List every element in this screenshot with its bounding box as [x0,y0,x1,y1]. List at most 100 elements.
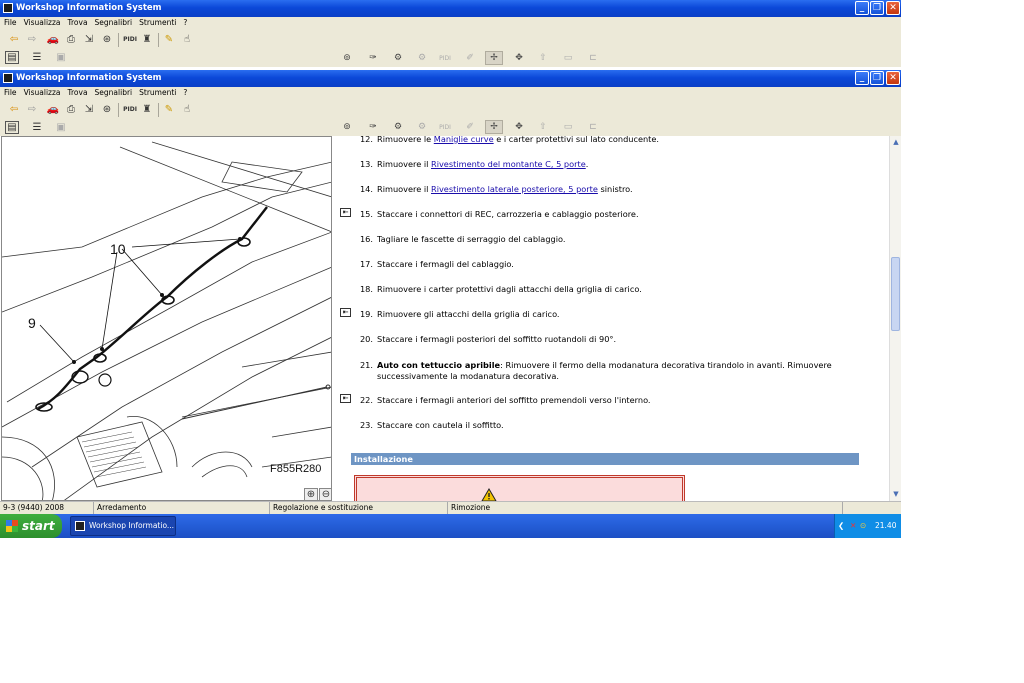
close-button[interactable]: ✕ [886,71,900,85]
zoom-in-icon[interactable]: ⊕ [304,488,318,500]
monitor-tab-icon[interactable]: ▭ [559,120,577,134]
move-tab-icon[interactable]: ✥ [510,120,528,134]
security-icon[interactable]: ⊙ [860,514,866,538]
separator [118,103,119,117]
trophy-icon[interactable]: ♜ [140,103,154,116]
upload-tab-icon[interactable]: ⇧ [534,51,552,65]
window-title: Workshop Information System [16,73,162,83]
gears-tab-icon[interactable]: ⚙ [389,120,407,134]
pen-tab-icon[interactable]: ✐ [461,120,479,134]
step-16: 16. Tagliare le fascette di serraggio del… [359,234,566,244]
connector-icon[interactable]: ⇤ [340,308,351,317]
document-icon[interactable]: ▤ [5,51,19,64]
step-13: 13. Rimuovere il Rivestimento del montant… [359,159,589,169]
menu-tools[interactable]: Strumenti [139,88,176,97]
ticket-tab-icon[interactable]: ⊏ [584,120,602,134]
window-title: Workshop Information System [16,3,162,13]
separator [158,33,159,47]
menu-bar: File Visualizza Trova Segnalibri Strumenti? [0,17,901,29]
move-tab-icon[interactable]: ✥ [510,51,528,65]
binoculars-icon[interactable]: ⊛ [100,103,114,116]
tray-expand-icon[interactable]: ❮ [838,514,844,538]
maximize-button[interactable]: ❐ [870,1,884,15]
scroll-thumb[interactable] [891,257,900,331]
menu-view[interactable]: Visualizza [24,88,61,97]
minimize-button[interactable]: _ [855,71,869,85]
connector-icon[interactable]: ⇤ [340,208,351,217]
step-12: 12. Rimuovere le Maniglie curve e i carte… [359,136,660,144]
wrench-tab-icon[interactable]: ✑ [364,120,382,134]
print-icon[interactable]: ⎙ [64,103,78,116]
menu-help[interactable]: ? [183,88,187,97]
trophy-icon[interactable]: ♜ [140,33,154,46]
wrench-tab-icon[interactable]: ✑ [364,51,382,65]
scroll-down-icon[interactable]: ▼ [891,489,901,499]
pointer-icon[interactable]: ☝ [180,103,194,116]
menu-file[interactable]: File [4,88,17,97]
engine-tab-icon[interactable]: ⚙ [413,51,431,65]
monitor-tab-icon[interactable]: ▭ [559,51,577,65]
forward-icon[interactable]: ⇨ [25,33,39,46]
binoculars-icon[interactable]: ⊛ [100,33,114,46]
link-rivestimento-laterale[interactable]: Rivestimento laterale posteriore, 5 port… [431,184,598,194]
taskbar-item-wis[interactable]: Workshop Informatio... [70,516,176,536]
warning-box [354,475,685,501]
upload-tab-icon[interactable]: ⇧ [534,120,552,134]
status-bar: 9-3 (9440) 2008 Arredamento Regolazione … [0,501,901,514]
vertical-scrollbar[interactable]: ▲ ▼ [889,136,901,501]
list-icon[interactable]: ☰ [30,121,44,134]
back-icon[interactable]: ⇦ [7,103,21,116]
pidi-tab-icon[interactable]: PIDI [436,120,454,134]
minimize-button[interactable]: _ [855,1,869,15]
document-icon[interactable]: ▤ [5,121,19,134]
print-icon[interactable]: ⎙ [64,33,78,46]
status-action: Rimozione [448,502,843,514]
list-icon[interactable]: ☰ [30,51,44,64]
callout-9: 9 [28,315,36,331]
vehicle-icon[interactable]: 🚗 [46,103,60,116]
pidi-button[interactable]: PIDI [122,103,138,116]
export-icon[interactable]: ⇲ [82,103,96,116]
tools-tab-icon[interactable]: ✢ [485,120,503,134]
menu-help[interactable]: ? [183,18,187,27]
close-button[interactable]: ✕ [886,1,900,15]
car-tab-icon[interactable]: ⊚ [338,51,356,65]
menu-tools[interactable]: Strumenti [139,18,176,27]
pointer-icon[interactable]: ☝ [180,33,194,46]
gears-tab-icon[interactable]: ⚙ [389,51,407,65]
link-maniglie-curve[interactable]: Maniglie curve [434,136,494,144]
tools-tab-icon[interactable]: ✢ [485,51,503,65]
vehicle-icon[interactable]: 🚗 [46,33,60,46]
app-icon [3,73,13,83]
pidi-tab-icon[interactable]: PIDI [436,51,454,65]
start-button[interactable]: start [0,514,62,538]
menu-view[interactable]: Visualizza [24,18,61,27]
maximize-button[interactable]: ❐ [870,71,884,85]
step-14: 14. Rimuovere il Rivestimento laterale po… [359,184,633,194]
network-icon[interactable]: ✕ [850,514,856,538]
zoom-out-icon[interactable]: ⊖ [319,488,331,500]
scroll-up-icon[interactable]: ▲ [891,137,901,147]
forward-icon[interactable]: ⇨ [25,103,39,116]
pidi-button[interactable]: PIDI [122,33,138,46]
car-tab-icon[interactable]: ⊚ [338,120,356,134]
menu-bookmarks[interactable]: Segnalibri [95,88,133,97]
link-rivestimento-montante[interactable]: Rivestimento del montante C, 5 porte [431,159,586,169]
step-23: 23. Staccare con cautela il soffitto. [359,420,504,430]
menu-bookmarks[interactable]: Segnalibri [95,18,133,27]
menu-file[interactable]: File [4,18,17,27]
export-icon[interactable]: ⇲ [82,33,96,46]
back-icon[interactable]: ⇦ [7,33,21,46]
highlighter-icon[interactable]: ✎ [162,103,176,116]
image-icon[interactable]: ▣ [54,51,68,64]
connector-icon[interactable]: ⇤ [340,394,351,403]
illustration-pane: 10 9 F855R280 ⊕ ⊖ [1,136,332,501]
image-icon[interactable]: ▣ [54,121,68,134]
highlighter-icon[interactable]: ✎ [162,33,176,46]
engine-tab-icon[interactable]: ⚙ [413,120,431,134]
pen-tab-icon[interactable]: ✐ [461,51,479,65]
ticket-tab-icon[interactable]: ⊏ [584,51,602,65]
menu-find[interactable]: Trova [68,88,88,97]
menu-find[interactable]: Trova [68,18,88,27]
step-17: 17. Staccare i fermagli del cablaggio. [359,259,514,269]
